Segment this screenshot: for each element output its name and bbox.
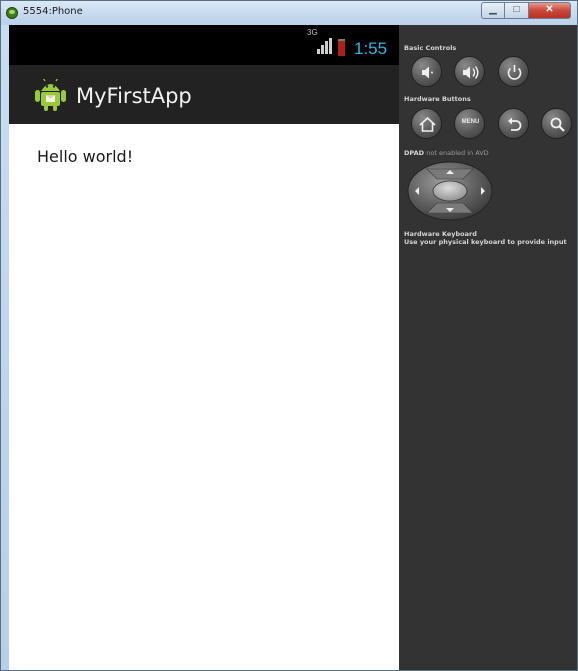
dpad-hint: not enabled in AVD: [426, 149, 489, 157]
dpad-label: DPAD: [404, 149, 424, 157]
status-clock: 1:55: [354, 39, 388, 58]
status-bar: 3G 1:55: [9, 25, 399, 65]
power-icon: [507, 65, 522, 80]
app-title: MyFirstApp: [76, 84, 192, 108]
hardware-buttons-label: Hardware Buttons: [404, 95, 471, 103]
hardware-keyboard-info: Hardware Keyboard Use your physical keyb…: [404, 230, 567, 246]
menu-button[interactable]: MENU: [454, 108, 485, 139]
emulator-window: 5554:Phone ▁ □ ✕ 3G 1:55 MyFirstApp Hell…: [0, 0, 578, 671]
volume-up-button[interactable]: [454, 56, 485, 87]
action-bar: MyFirstApp: [9, 65, 399, 124]
menu-label: MENU: [461, 119, 480, 125]
android-robot-icon: [35, 79, 66, 111]
search-icon: [550, 117, 565, 132]
battery-icon: [338, 39, 345, 56]
dpad-label-row: DPAD not enabled in AVD: [404, 149, 489, 157]
signal-icon: [317, 38, 332, 54]
volume-up-icon: [463, 66, 479, 79]
hello-text: Hello world!: [37, 147, 134, 166]
volume-down-button[interactable]: [411, 56, 442, 87]
basic-controls-label: Basic Controls: [404, 44, 457, 52]
power-button[interactable]: [498, 56, 529, 87]
emulator-app-icon: [6, 7, 18, 19]
minimize-button[interactable]: ▁: [481, 2, 505, 19]
close-button[interactable]: ✕: [529, 2, 571, 19]
back-button[interactable]: [498, 108, 529, 139]
search-button[interactable]: [541, 108, 572, 139]
window-controls: ▁ □ ✕: [481, 2, 571, 20]
back-icon: [508, 117, 522, 131]
title-bar[interactable]: 5554:Phone ▁ □ ✕: [1, 1, 577, 25]
window-title: 5554:Phone: [23, 6, 83, 17]
home-icon: [419, 116, 436, 132]
phone-screen[interactable]: 3G 1:55 MyFirstApp Hello world!: [9, 25, 399, 670]
volume-down-icon: [422, 66, 433, 79]
hardware-keyboard-hint: Use your physical keyboard to provide in…: [404, 238, 567, 246]
maximize-button[interactable]: □: [505, 2, 529, 19]
home-button[interactable]: [411, 108, 442, 139]
hardware-keyboard-label: Hardware Keyboard: [404, 230, 477, 238]
network-type: 3G: [307, 28, 318, 37]
dpad-control: [407, 161, 493, 221]
controls-panel: Basic Controls Hardware Buttons MENU DPA…: [399, 25, 577, 670]
